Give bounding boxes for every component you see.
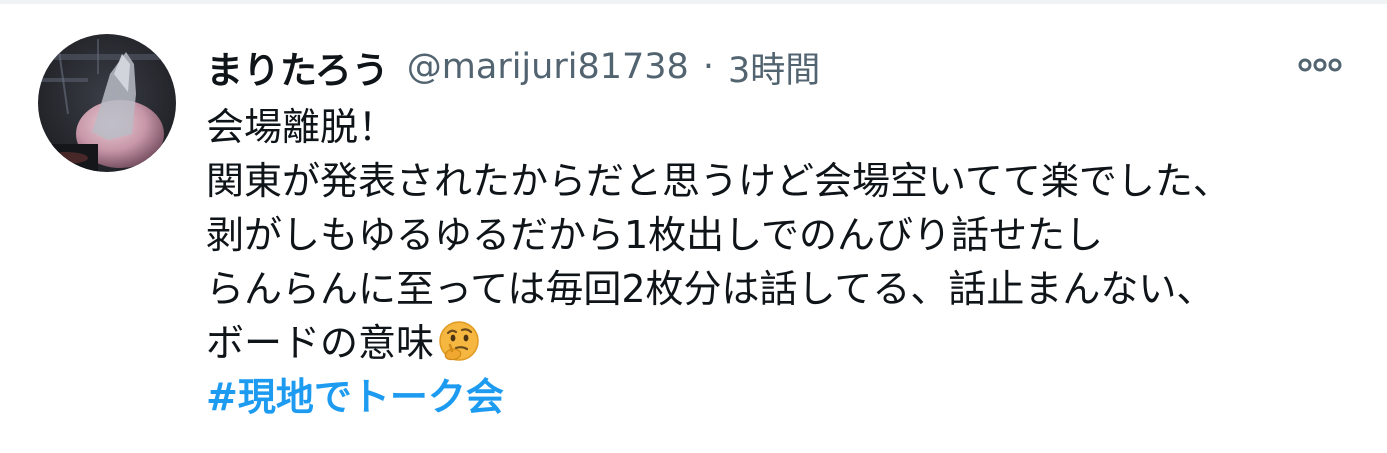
tweet-screen: まりたろう @marijuri81738 · 3時間 会場離脱！ 関東が発表され… [0,0,1387,453]
tweet-text: 会場離脱！ 関東が発表されたからだと思うけど会場空いてて楽でした、 剥がしもゆる… [206,100,1366,424]
avatar-photo [38,34,176,172]
tweet-line-5-row: ボードの意味 [206,316,1366,370]
tweet-line-1: 会場離脱！ [206,105,397,149]
more-options-icon[interactable] [1296,52,1344,78]
tweet-card[interactable]: まりたろう @marijuri81738 · 3時間 会場離脱！ 関東が発表され… [0,4,1387,453]
separator-dot: · [702,47,714,87]
tweet-line-5: ボードの意味 [206,321,435,365]
tweet-line-4: らんらんに至っては毎回2枚分は話してる、話止まんない、 [206,267,1215,311]
tweet-line-3: 剥がしもゆるゆるだから1枚出しでのんびり話せたし [206,213,1104,257]
avatar[interactable] [38,34,176,172]
hashtag-link[interactable]: #現地でトーク会 [206,370,504,424]
tweet-line-2: 関東が発表されたからだと思うけど会場空いてて楽でした、 [206,159,1231,203]
display-name[interactable]: まりたろう [206,40,389,94]
user-handle[interactable]: @marijuri81738 [407,47,689,87]
timestamp[interactable]: 3時間 [728,42,820,93]
tweet-header: まりたろう @marijuri81738 · 3時間 [206,40,820,94]
